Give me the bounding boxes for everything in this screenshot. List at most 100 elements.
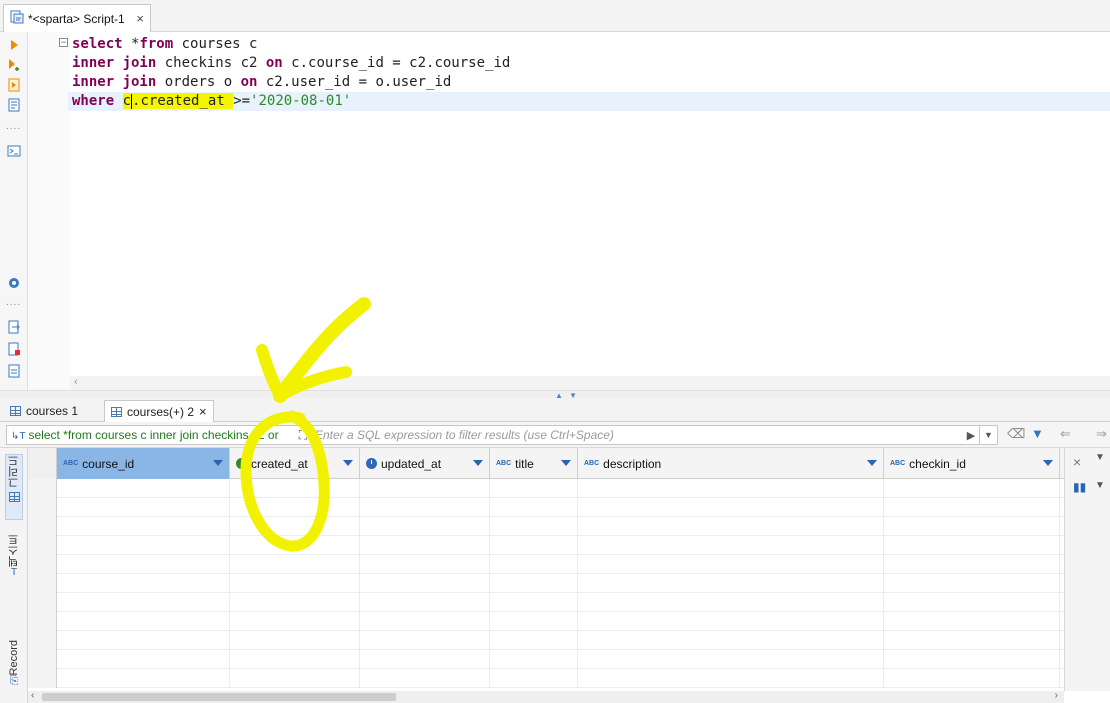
expand-icon[interactable]: ⛶ [291, 428, 315, 443]
table-row[interactable] [28, 650, 1064, 669]
grid-cell[interactable] [57, 593, 230, 612]
grid-cell[interactable] [884, 498, 1060, 517]
grid-cell[interactable] [884, 574, 1060, 593]
row-header[interactable] [28, 650, 57, 669]
sql-code-editor[interactable]: select *from courses c inner join checki… [68, 32, 1110, 376]
column-header-description[interactable]: ABC description [578, 448, 884, 479]
filter-history-dropdown[interactable]: ▼ [979, 426, 997, 444]
eraser-icon[interactable]: ⌫ [1007, 426, 1025, 442]
terminal-icon[interactable] [7, 144, 21, 158]
grid-cell[interactable] [490, 574, 578, 593]
forward-arrow-icon[interactable]: ⇒ [1096, 426, 1107, 442]
grid-cell[interactable] [578, 612, 884, 631]
view-tab-record[interactable]: Record ⎘ [5, 640, 23, 700]
table-row[interactable] [28, 574, 1064, 593]
scroll-left-icon[interactable]: ‹ [74, 376, 78, 388]
grid-cell[interactable] [360, 555, 490, 574]
grid-cell[interactable] [578, 574, 884, 593]
grid-cell[interactable] [230, 536, 360, 555]
grid-body[interactable] [28, 479, 1064, 691]
view-tab-text[interactable]: 텍스트 T [5, 534, 23, 594]
row-header[interactable] [28, 536, 57, 555]
grid-cell[interactable] [884, 593, 1060, 612]
grid-cell[interactable] [57, 612, 230, 631]
table-row[interactable] [28, 612, 1064, 631]
grid-cell[interactable] [360, 593, 490, 612]
grid-cell[interactable] [884, 479, 1060, 498]
grid-cell[interactable] [230, 612, 360, 631]
grid-horizontal-scrollbar[interactable]: ‹ › [28, 690, 1064, 703]
table-row[interactable] [28, 669, 1064, 688]
grid-cell[interactable] [578, 536, 884, 555]
table-row[interactable] [28, 536, 1064, 555]
grid-cell[interactable] [578, 669, 884, 688]
chevron-down-icon[interactable] [561, 460, 571, 466]
execute-statement-icon[interactable] [7, 38, 21, 52]
grid-cell[interactable] [360, 517, 490, 536]
column-header-title[interactable]: ABC title [490, 448, 578, 479]
row-header[interactable] [28, 669, 57, 688]
file-error-icon[interactable] [7, 342, 21, 356]
grid-cell[interactable] [578, 650, 884, 669]
results-grid[interactable]: ABC course_id created_at updated_at ABC … [28, 448, 1064, 691]
grid-cell[interactable] [57, 574, 230, 593]
editor-tab-script-1[interactable]: *<sparta> Script-1 × [3, 4, 151, 32]
grid-cell[interactable] [490, 650, 578, 669]
view-tab-grid[interactable]: 그리드 [5, 454, 23, 520]
row-header[interactable] [28, 593, 57, 612]
scrollbar-thumb[interactable] [42, 693, 396, 701]
chevron-down-icon[interactable] [473, 460, 483, 466]
chevron-down-icon[interactable] [343, 460, 353, 466]
close-icon[interactable]: × [136, 11, 144, 26]
chevron-down-icon[interactable] [213, 460, 223, 466]
close-icon[interactable]: × [199, 404, 207, 419]
row-header[interactable] [28, 517, 57, 536]
gear-icon[interactable] [7, 276, 21, 290]
grid-cell[interactable] [884, 517, 1060, 536]
row-header[interactable] [28, 631, 57, 650]
grid-cell[interactable] [57, 669, 230, 688]
scroll-right-icon[interactable]: › [1055, 690, 1058, 701]
back-arrow-icon[interactable]: ⇐ [1060, 426, 1071, 442]
table-row[interactable] [28, 498, 1064, 517]
result-tab-courses-1[interactable]: courses 1 [4, 400, 84, 422]
grid-cell[interactable] [230, 517, 360, 536]
grid-cell[interactable] [57, 631, 230, 650]
table-row[interactable] [28, 631, 1064, 650]
grid-corner[interactable] [28, 448, 57, 479]
grid-cell[interactable] [490, 593, 578, 612]
grid-cell[interactable] [360, 479, 490, 498]
grid-cell[interactable] [360, 612, 490, 631]
grid-cell[interactable] [57, 479, 230, 498]
grid-cell[interactable] [57, 650, 230, 669]
row-header[interactable] [28, 574, 57, 593]
grid-cell[interactable] [57, 555, 230, 574]
grid-cell[interactable] [884, 650, 1060, 669]
grid-cell[interactable] [360, 631, 490, 650]
grid-cell[interactable] [578, 498, 884, 517]
export-icon[interactable] [7, 320, 21, 334]
filter-input[interactable]: ↳T select *from courses c inner join chec… [6, 425, 998, 445]
grid-cell[interactable] [578, 555, 884, 574]
grid-cell[interactable] [884, 631, 1060, 650]
grid-cell[interactable] [360, 650, 490, 669]
grid-cell[interactable] [230, 650, 360, 669]
column-header-updated-at[interactable]: updated_at [360, 448, 490, 479]
grid-cell[interactable] [490, 669, 578, 688]
grid-cell[interactable] [490, 536, 578, 555]
grid-cell[interactable] [490, 498, 578, 517]
book-icon[interactable]: ▮▮ [1073, 480, 1086, 494]
grid-cell[interactable] [230, 555, 360, 574]
grid-cell[interactable] [57, 536, 230, 555]
grid-cell[interactable] [490, 612, 578, 631]
explain-plan-icon[interactable] [7, 98, 21, 112]
grid-cell[interactable] [230, 669, 360, 688]
grid-cell[interactable] [884, 669, 1060, 688]
grid-cell[interactable] [490, 479, 578, 498]
panel-splitter[interactable]: ▲ ▼ [0, 390, 1110, 400]
grid-cell[interactable] [230, 574, 360, 593]
row-header[interactable] [28, 612, 57, 631]
grid-cell[interactable] [230, 479, 360, 498]
grid-cell[interactable] [884, 536, 1060, 555]
column-header-created-at[interactable]: created_at [230, 448, 360, 479]
